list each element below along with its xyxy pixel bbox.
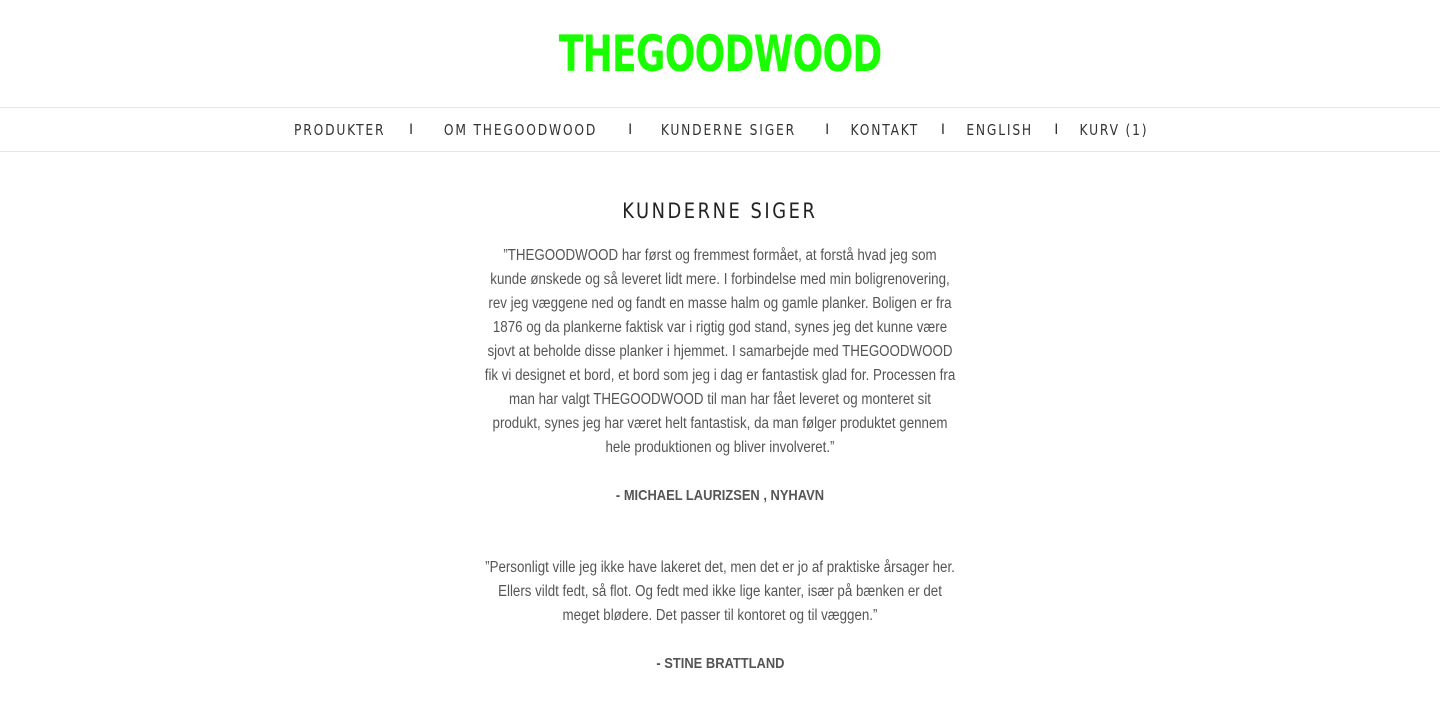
logo: THEGOODWOOD bbox=[558, 25, 883, 83]
nav-separator: I bbox=[409, 121, 414, 138]
nav-item-kontakt[interactable]: KONTAKT bbox=[851, 121, 920, 139]
main-content: KUNDERNE SIGER ”THEGOODWOOD har først og… bbox=[480, 152, 960, 676]
nav-separator: I bbox=[825, 121, 830, 138]
nav-item-produkter[interactable]: PRODUKTER bbox=[294, 121, 385, 139]
testimonial-quote: ”THEGOODWOOD har først og fremmest formå… bbox=[484, 247, 956, 456]
nav-item-om-thegoodwood[interactable]: OM THEGOODWOOD bbox=[444, 121, 597, 139]
nav-item-english[interactable]: ENGLISH bbox=[966, 121, 1033, 139]
testimonial-quote: ”Personligt ville jeg ikke have lakeret … bbox=[485, 559, 955, 624]
testimonial-author: - MICHAEL LAURIZSEN , NYHAVN bbox=[615, 487, 825, 504]
logo-link[interactable]: THEGOODWOOD bbox=[559, 29, 883, 79]
testimonial-author: - STINE BRATTLAND bbox=[655, 655, 785, 672]
testimonial: ”Personligt ville jeg ikke have lakeret … bbox=[480, 556, 960, 676]
nav-item-kunderne-siger[interactable]: KUNDERNE SIGER bbox=[661, 121, 796, 139]
testimonial: ”THEGOODWOOD har først og fremmest formå… bbox=[480, 244, 960, 508]
nav-separator: I bbox=[628, 121, 633, 138]
site-header: THEGOODWOOD bbox=[0, 0, 1440, 108]
main-nav: PRODUKTER I OM THEGOODWOOD I KUNDERNE SI… bbox=[0, 108, 1440, 152]
page-title: KUNDERNE SIGER bbox=[622, 199, 818, 223]
nav-list: PRODUKTER I OM THEGOODWOOD I KUNDERNE SI… bbox=[284, 121, 1157, 139]
nav-item-cart[interactable]: KURV (1) bbox=[1080, 121, 1149, 139]
nav-separator: I bbox=[1054, 121, 1059, 138]
nav-separator: I bbox=[940, 121, 945, 138]
